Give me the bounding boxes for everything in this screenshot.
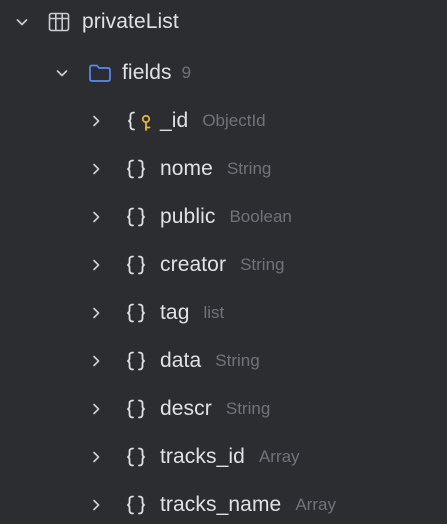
field-type: Array [295,495,336,514]
field-type: String [240,255,285,274]
table-name: privateList [82,10,179,33]
chevron-right-icon[interactable] [88,257,104,273]
folder-name: fields [122,61,172,84]
field-type: Boolean [229,207,292,226]
chevron-right-icon[interactable] [88,305,104,321]
chevron-right-icon[interactable] [88,353,104,369]
table-icon [48,12,70,32]
field-name: descr [160,397,212,420]
tree-node-field[interactable]: data String [0,339,447,383]
field-name: tracks_id [160,445,245,468]
field-name: public [160,205,216,228]
field-type: String [226,159,272,178]
field-type: list [203,303,225,322]
tree-node-field[interactable]: public Boolean [0,195,447,239]
field-braces-icon [126,445,146,469]
tree-node-table[interactable]: privateList [0,0,447,44]
field-name: data [160,349,202,372]
tree-node-field[interactable]: tracks_name Array [0,483,447,524]
field-braces-icon [126,301,146,325]
field-type: ObjectId [202,111,266,130]
field-count: 9 [181,63,192,82]
field-name: nome [160,157,213,180]
field-type: String [225,399,271,418]
field-braces-icon [126,157,146,181]
chevron-right-icon[interactable] [88,497,104,513]
tree-node-field[interactable]: tag list [0,291,447,335]
tree-node-fields-folder[interactable]: fields 9 [0,51,447,95]
field-braces-icon [126,349,146,373]
primary-key-field-icon [126,109,156,133]
chevron-right-icon[interactable] [88,161,104,177]
tree-node-field[interactable]: nome String [0,147,447,191]
chevron-right-icon[interactable] [88,113,104,129]
tree-node-field[interactable]: tracks_id Array [0,435,447,479]
field-braces-icon [126,493,146,517]
field-braces-icon [126,397,146,421]
chevron-down-icon[interactable] [54,65,70,81]
chevron-down-icon[interactable] [14,14,30,30]
folder-icon [88,63,112,83]
field-name: tracks_name [160,493,282,516]
database-tree: privateList fields 9 _id ObjectId nome S… [0,0,447,524]
field-name: creator [160,253,227,276]
field-braces-icon [126,205,146,229]
chevron-right-icon[interactable] [88,209,104,225]
chevron-right-icon[interactable] [88,449,104,465]
tree-node-field[interactable]: _id ObjectId [0,99,447,143]
tree-node-field[interactable]: creator String [0,243,447,287]
field-braces-icon [126,253,146,277]
field-type: String [215,351,260,370]
chevron-right-icon[interactable] [88,401,104,417]
field-type: Array [258,447,300,466]
tree-node-field[interactable]: descr String [0,387,447,431]
field-name: _id [160,109,189,132]
field-name: tag [160,301,190,324]
